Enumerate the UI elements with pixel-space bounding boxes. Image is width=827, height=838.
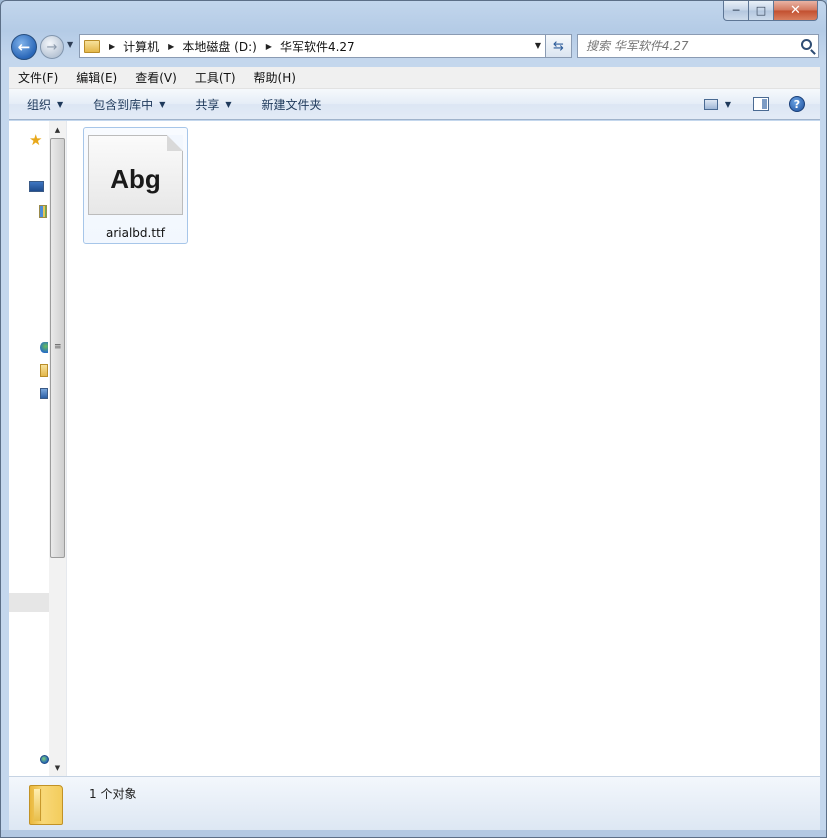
window-bottom-border bbox=[1, 830, 826, 837]
scroll-up-arrow-icon[interactable]: ▲ bbox=[49, 121, 66, 138]
include-in-library-button[interactable]: 包含到库中 ▼ bbox=[93, 89, 165, 119]
details-pane: 1 个对象 bbox=[9, 776, 820, 830]
toolbar-right-group: ▼ ? bbox=[703, 89, 820, 119]
chevron-right-icon[interactable]: ▶ bbox=[168, 42, 174, 51]
minimize-button[interactable]: ─ bbox=[723, 1, 749, 21]
back-button[interactable]: ← bbox=[11, 34, 37, 60]
share-button[interactable]: 共享 ▼ bbox=[195, 89, 231, 119]
refresh-button[interactable]: ⇆ bbox=[545, 34, 572, 58]
dropdown-arrow-icon: ▼ bbox=[159, 99, 166, 109]
new-folder-label: 新建文件夹 bbox=[261, 97, 322, 112]
refresh-icon: ⇆ bbox=[553, 38, 564, 54]
title-bar[interactable]: ─ □ ✕ bbox=[1, 1, 826, 31]
command-bar: 组织 ▼ 包含到库中 ▼ 共享 ▼ 新建文件夹 ▼ ? bbox=[9, 89, 820, 120]
search-input[interactable] bbox=[586, 39, 796, 53]
network-icon[interactable] bbox=[40, 342, 48, 353]
folder-icon[interactable] bbox=[40, 364, 48, 377]
breadcrumb-current-folder[interactable]: ▶ 华军软件4.27 bbox=[257, 35, 355, 57]
desktop-monitor-icon[interactable] bbox=[29, 181, 44, 192]
close-button[interactable]: ✕ bbox=[774, 1, 818, 21]
menu-help[interactable]: 帮助(H) bbox=[245, 67, 305, 88]
folder-large-icon bbox=[29, 785, 63, 825]
scrollbar-grip-icon: ≡ bbox=[54, 342, 62, 352]
font-file-icon: Abg bbox=[88, 135, 183, 215]
font-preview-text: Abg bbox=[110, 164, 161, 194]
recent-pages-dropdown-icon[interactable]: ▼ bbox=[67, 40, 73, 49]
include-in-library-label: 包含到库中 bbox=[93, 97, 154, 112]
navigation-row: ← → ▼ ▶ 计算机 ▶ 本地磁盘 (D:) ▶ 华军软件4.27 ▼ ⇆ bbox=[1, 31, 826, 63]
breadcrumb-local-disk[interactable]: ▶ 本地磁盘 (D:) bbox=[159, 35, 257, 57]
breadcrumb-label[interactable]: 华军软件4.27 bbox=[280, 38, 355, 55]
breadcrumb-computer[interactable]: ▶ 计算机 bbox=[100, 35, 159, 57]
folder-icon bbox=[84, 39, 100, 53]
explorer-window: ─ □ ✕ ← → ▼ ▶ 计算机 ▶ 本地磁盘 (D:) ▶ 华军软件4.27… bbox=[0, 0, 827, 838]
chevron-right-icon[interactable]: ▶ bbox=[266, 42, 272, 51]
new-folder-button[interactable]: 新建文件夹 bbox=[262, 89, 322, 119]
navigation-pane[interactable]: ★ ▲ ≡ ▼ bbox=[9, 121, 67, 776]
favorites-star-icon[interactable]: ★ bbox=[29, 131, 42, 149]
breadcrumb-label[interactable]: 本地磁盘 (D:) bbox=[182, 38, 256, 55]
file-item[interactable]: Abg arialbd.ttf bbox=[83, 127, 188, 244]
address-history-dropdown-icon[interactable]: ▼ bbox=[535, 41, 541, 50]
file-name: arialbd.ttf bbox=[106, 226, 165, 240]
navpane-scrollbar[interactable]: ▲ ≡ ▼ bbox=[49, 121, 66, 776]
maximize-button[interactable]: □ bbox=[749, 1, 774, 21]
forward-button[interactable]: → bbox=[40, 35, 64, 59]
computer-icon[interactable] bbox=[40, 388, 48, 399]
chevron-right-icon[interactable]: ▶ bbox=[109, 42, 115, 51]
preview-pane-icon[interactable] bbox=[753, 97, 769, 111]
organize-button[interactable]: 组织 ▼ bbox=[27, 89, 63, 119]
search-icon[interactable] bbox=[801, 39, 812, 50]
menu-tools[interactable]: 工具(T) bbox=[186, 67, 245, 88]
view-options-dropdown-icon[interactable]: ▼ bbox=[725, 100, 731, 109]
organize-label: 组织 bbox=[27, 97, 52, 112]
libraries-icon[interactable] bbox=[39, 205, 47, 218]
dropdown-arrow-icon: ▼ bbox=[57, 99, 64, 109]
menu-edit[interactable]: 编辑(E) bbox=[67, 67, 126, 88]
caption-buttons: ─ □ ✕ bbox=[723, 1, 818, 21]
search-box[interactable] bbox=[577, 34, 819, 58]
globe-icon[interactable] bbox=[40, 755, 49, 764]
scroll-down-arrow-icon[interactable]: ▼ bbox=[49, 759, 66, 776]
scrollbar-thumb[interactable]: ≡ bbox=[50, 138, 65, 558]
menu-view[interactable]: 查看(V) bbox=[126, 67, 186, 88]
item-count: 1 个对象 bbox=[89, 787, 137, 801]
help-icon[interactable]: ? bbox=[789, 96, 805, 112]
menu-bar: 文件(F) 编辑(E) 查看(V) 工具(T) 帮助(H) bbox=[9, 67, 820, 89]
content-area: ★ ▲ ≡ ▼ Abg arialbd.ttf bbox=[9, 121, 820, 776]
address-bar[interactable]: ▶ 计算机 ▶ 本地磁盘 (D:) ▶ 华军软件4.27 ▼ bbox=[79, 34, 546, 58]
change-view-icon[interactable] bbox=[703, 98, 718, 110]
navpane-selected-row[interactable] bbox=[9, 593, 49, 612]
dropdown-arrow-icon: ▼ bbox=[225, 99, 232, 109]
share-label: 共享 bbox=[195, 97, 220, 112]
breadcrumb-label[interactable]: 计算机 bbox=[123, 38, 159, 55]
menu-file[interactable]: 文件(F) bbox=[9, 67, 67, 88]
